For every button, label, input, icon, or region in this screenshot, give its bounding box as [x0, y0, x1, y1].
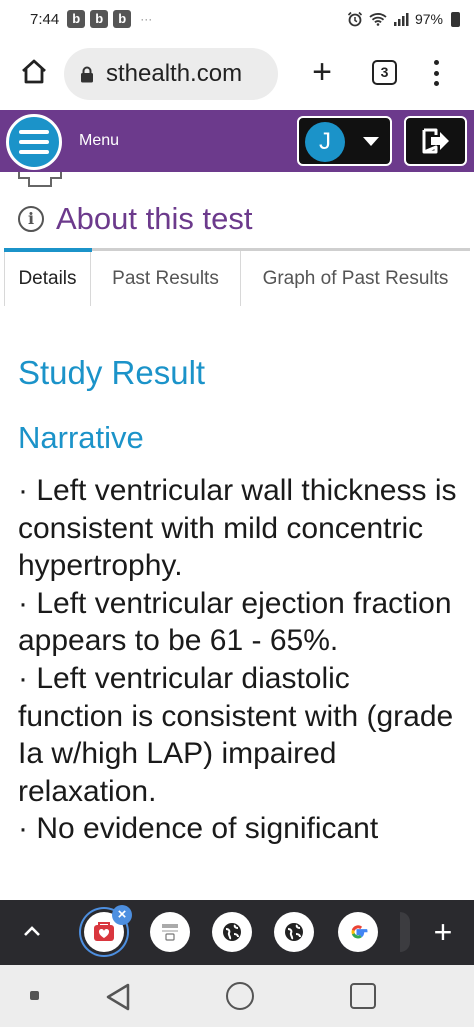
- about-this-test-header: i About this test: [18, 198, 252, 240]
- status-indicators: 97%: [347, 11, 460, 27]
- home-button[interactable]: [14, 52, 54, 92]
- new-tab-button[interactable]: +: [428, 914, 458, 950]
- status-bar: 7:44 b b b ··· 97%: [0, 0, 474, 38]
- account-dropdown[interactable]: J: [297, 116, 392, 166]
- battery-icon: [451, 11, 460, 27]
- back-icon[interactable]: [104, 983, 132, 1011]
- result-tabs: Details Past Results Graph of Past Resul…: [4, 248, 470, 306]
- lock-icon: [81, 66, 93, 82]
- menu-label[interactable]: Menu: [79, 132, 119, 150]
- tab-past-results[interactable]: Past Results: [91, 251, 241, 306]
- narrative-line: · Left ventricular diastolic function is…: [18, 661, 454, 808]
- more-options-icon[interactable]: [424, 56, 448, 90]
- address-bar[interactable]: sthealth.com: [64, 48, 278, 100]
- home-nav-icon[interactable]: [226, 982, 254, 1010]
- signal-icon: [393, 13, 409, 26]
- status-time: 7:44: [30, 10, 60, 28]
- info-icon: i: [18, 206, 44, 232]
- chevron-up-icon[interactable]: [20, 920, 44, 944]
- narrative-line: · No evidence of significant: [18, 812, 379, 846]
- globe-icon: [285, 923, 303, 941]
- google-icon: [351, 925, 368, 939]
- logout-button[interactable]: [404, 116, 467, 166]
- study-result-heading: Study Result: [18, 354, 206, 391]
- globe-icon: [223, 923, 241, 941]
- notification-b-icon: b: [113, 10, 132, 28]
- menu-button[interactable]: [6, 114, 62, 170]
- avatar: J: [305, 122, 345, 162]
- tab-switcher-button[interactable]: 3: [372, 60, 397, 85]
- logout-icon: [422, 128, 449, 154]
- url-text: sthealth.com: [106, 60, 243, 87]
- narrative-line: · Left ventricular wall thickness is con…: [18, 474, 457, 583]
- overview-icon[interactable]: [350, 983, 376, 1009]
- narrative-line: · Left ventricular ejection fraction app…: [18, 586, 452, 658]
- notification-b-icon: b: [90, 10, 109, 28]
- tab-graph-of-past-results[interactable]: Graph of Past Results: [241, 251, 470, 306]
- recent-apps-icon[interactable]: [30, 991, 39, 1000]
- test-result-icon: [18, 172, 62, 187]
- battery-percent: 97%: [414, 11, 443, 27]
- browser-toolbar: sthealth.com + 3: [0, 38, 474, 110]
- chevron-down-icon: [363, 137, 379, 146]
- document-icon: [162, 924, 178, 941]
- notification-b-icon: b: [67, 10, 86, 28]
- tab-thumbnail[interactable]: [212, 912, 252, 952]
- close-tab-icon[interactable]: ×: [112, 905, 132, 925]
- narrative-heading: Narrative: [18, 420, 144, 455]
- wifi-icon: [369, 13, 387, 26]
- more-notifications-icon: ···: [140, 12, 153, 26]
- narrative-text: · Left ventricular wall thickness is con…: [18, 472, 458, 900]
- section-title: About this test: [56, 201, 253, 236]
- health-app-icon: [94, 922, 114, 941]
- tab-details[interactable]: Details: [4, 248, 92, 306]
- alarm-icon: [347, 11, 363, 27]
- app-header: Menu J: [0, 110, 474, 172]
- new-tab-button[interactable]: +: [304, 52, 340, 92]
- tab-thumbnail[interactable]: [338, 912, 378, 952]
- system-nav-bar: [0, 965, 474, 1027]
- tab-thumbnail-partial[interactable]: [400, 912, 410, 952]
- tab-strip: × +: [0, 900, 474, 965]
- home-icon: [22, 59, 46, 84]
- tab-thumbnail[interactable]: [150, 912, 190, 952]
- tab-thumbnail[interactable]: [274, 912, 314, 952]
